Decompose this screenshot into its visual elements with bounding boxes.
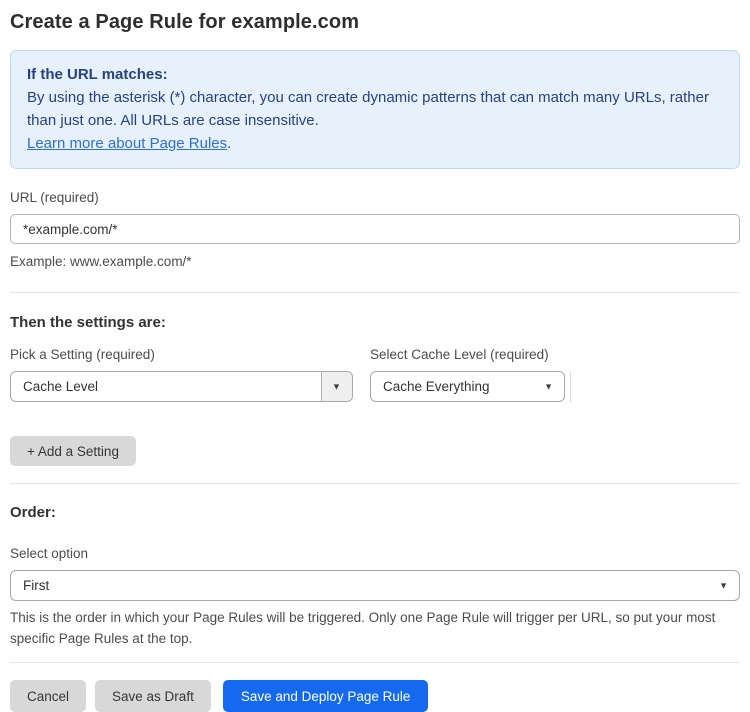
cache-level-select[interactable]: Cache Everything ▼ <box>370 371 565 402</box>
link-suffix: . <box>227 135 232 152</box>
cancel-button[interactable]: Cancel <box>10 680 87 712</box>
pick-setting-value: Cache Level <box>23 379 99 394</box>
order-help-text: This is the order in which your Page Rul… <box>10 610 716 646</box>
settings-section-heading: Then the settings are: <box>10 314 166 331</box>
url-example-text: Example: www.example.com/* <box>10 254 192 269</box>
learn-more-link[interactable]: Learn more about Page Rules <box>27 135 227 152</box>
add-setting-button[interactable]: + Add a Setting <box>10 436 136 466</box>
url-match-info-box: If the URL matches: By using the asteris… <box>10 50 740 169</box>
info-link-line: Learn more about Page Rules. <box>27 132 723 155</box>
chevron-down-icon: ▼ <box>544 380 553 391</box>
select-arrow-section <box>321 372 352 401</box>
page-title: Create a Page Rule for example.com <box>10 11 360 33</box>
order-select[interactable]: First ▼ <box>10 570 740 601</box>
url-input[interactable] <box>10 214 740 244</box>
row-end-divider <box>570 372 571 402</box>
actions-row: Cancel Save as Draft Save and Deploy Pag… <box>10 680 740 712</box>
order-select-value: First <box>23 578 50 593</box>
save-as-draft-button[interactable]: Save as Draft <box>95 680 211 712</box>
settings-row: Pick a Setting (required) Cache Level ▼ … <box>10 347 740 402</box>
pick-setting-label: Pick a Setting (required) <box>10 347 155 362</box>
order-section-heading: Order: <box>10 504 56 521</box>
section-divider <box>10 483 740 484</box>
cache-level-column: Select Cache Level (required) Cache Ever… <box>370 347 565 402</box>
section-divider <box>10 662 740 663</box>
pick-setting-select[interactable]: Cache Level ▼ <box>10 371 353 402</box>
cache-level-value: Cache Everything <box>383 379 490 394</box>
order-select-label: Select option <box>10 546 89 561</box>
cache-level-label: Select Cache Level (required) <box>370 347 549 362</box>
create-page-rule-dialog: Create a Page Rule for example.com If th… <box>0 11 750 712</box>
chevron-down-icon: ▼ <box>719 579 728 590</box>
info-box-heading: If the URL matches: <box>27 66 168 83</box>
url-field-label: URL (required) <box>10 190 99 205</box>
section-divider <box>10 292 740 293</box>
save-and-deploy-button[interactable]: Save and Deploy Page Rule <box>222 680 429 712</box>
pick-setting-column: Pick a Setting (required) Cache Level ▼ <box>10 347 353 402</box>
info-box-body: By using the asterisk (*) character, you… <box>27 89 709 129</box>
